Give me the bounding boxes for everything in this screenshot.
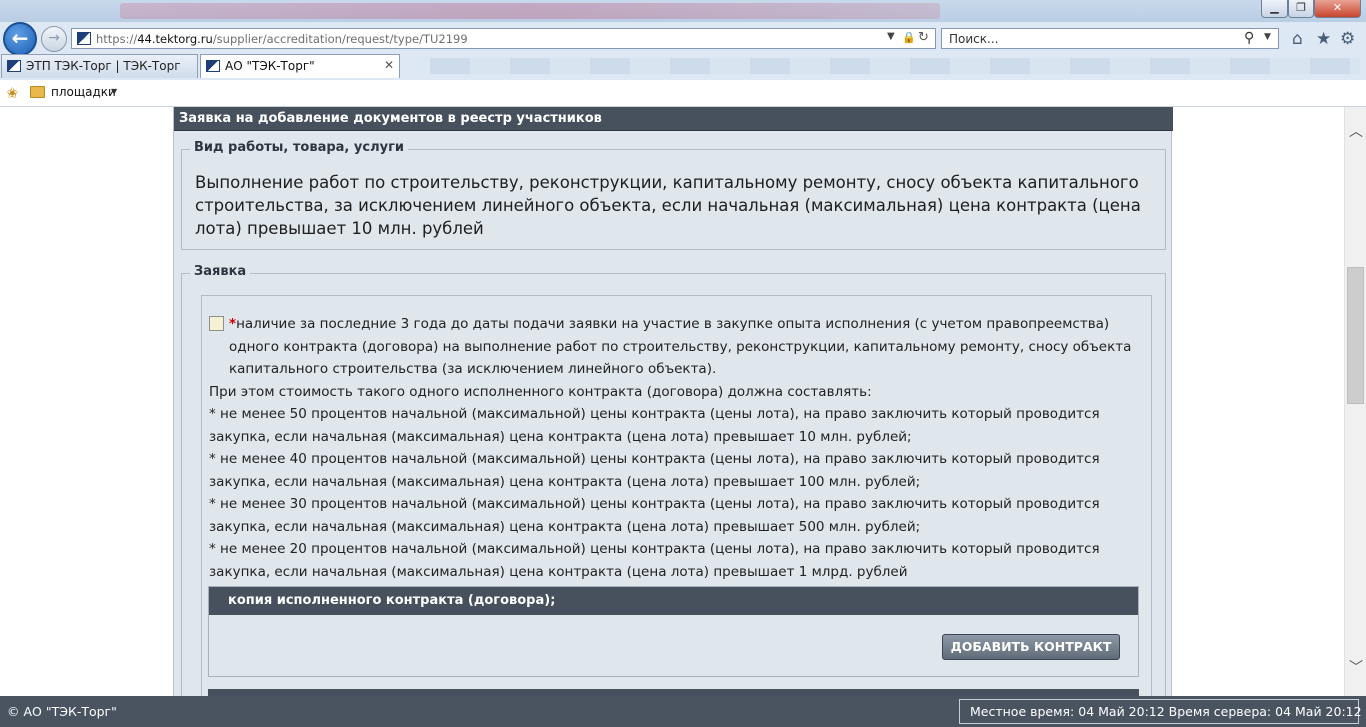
arrow-left-icon: ←	[11, 26, 29, 50]
url-path: /supplier/accreditation/request/type/TU2…	[212, 32, 468, 46]
page-footer: © АО "ТЭК-Торг" Местное время: 04 Май 20…	[0, 696, 1366, 727]
work-type-text: Выполнение работ по строительству, рекон…	[195, 173, 1141, 238]
time-status: Местное время: 04 Май 20:12 Время сервер…	[959, 699, 1362, 724]
favorites-folder-label[interactable]: площадки	[51, 85, 116, 99]
footer-copyright: © АО "ТЭК-Торг"	[7, 704, 117, 719]
back-button[interactable]: ←	[3, 22, 37, 56]
work-type-fieldset: Вид работы, товара, услуги Выполнение ра…	[181, 140, 1166, 250]
maximize-button[interactable]: ❐	[1288, 0, 1314, 18]
gear-icon[interactable]: ⚙	[1340, 29, 1355, 49]
requirement-text: *наличие за последние 3 года до даты под…	[209, 313, 1149, 583]
condition-item: * не менее 40 процентов начальной (макси…	[209, 451, 1100, 490]
scroll-down-icon[interactable]: ﹀	[1349, 657, 1363, 677]
url-scheme: https://	[96, 32, 138, 46]
next-section-header	[208, 689, 1139, 696]
search-icon[interactable]: ⚲	[1244, 30, 1254, 46]
condition-item: * не менее 20 процентов начальной (макси…	[209, 541, 1100, 580]
add-contract-button[interactable]: ДОБАВИТЬ КОНТРАКТ	[942, 634, 1120, 660]
form-header: Заявка на добавление документов в реестр…	[174, 107, 1173, 131]
favorites-bar: ✬ площадки ▼	[0, 80, 1366, 107]
arrow-right-icon: →	[48, 30, 60, 46]
search-dropdown-icon[interactable]: ▼	[1264, 32, 1271, 42]
site-favicon-icon	[7, 60, 21, 72]
url-host: 44.tektorg.ru	[137, 32, 213, 46]
chevron-down-icon[interactable]: ▼	[111, 87, 117, 96]
forward-button[interactable]: →	[41, 26, 67, 52]
site-favicon-icon	[206, 60, 220, 72]
requirement-first-line: *наличие за последние 3 года до даты под…	[209, 313, 1149, 381]
condition-item: * не менее 50 процентов начальной (макси…	[209, 406, 1100, 445]
tab-etp-tektorg[interactable]: ЭТП ТЭК-Торг | ТЭК-Торг	[1, 54, 198, 78]
contract-copy-section: копия исполненного контракта (договора);…	[208, 586, 1139, 677]
tab-label: ЭТП ТЭК-Торг | ТЭК-Торг	[26, 59, 181, 73]
vertical-scrollbar[interactable]: ︿ ﹀	[1344, 107, 1366, 696]
minimize-button[interactable]: ▁	[1261, 0, 1288, 18]
toolbar-blur	[430, 58, 1360, 74]
add-favorite-star-icon[interactable]: ✬	[6, 84, 19, 102]
application-legend: Заявка	[190, 264, 251, 279]
close-button[interactable]: ✕	[1314, 0, 1361, 18]
site-favicon-icon	[77, 32, 91, 45]
browser-chrome: ▁ ❐ ✕ ← → https://44.tektorg.ru/supplier…	[0, 0, 1366, 107]
close-tab-icon[interactable]: ✕	[384, 58, 394, 72]
window-titlebar: ▁ ❐ ✕	[0, 0, 1366, 22]
search-placeholder: Поиск...	[949, 32, 999, 46]
address-url[interactable]: https://44.tektorg.ru/supplier/accredita…	[96, 32, 468, 46]
window-title-blur	[120, 3, 940, 19]
required-mark: *	[229, 316, 237, 332]
condition-item: * не менее 30 процентов начальной (макси…	[209, 496, 1100, 535]
tab-ao-tektorg[interactable]: АО "ТЭК-Торг" ✕	[200, 54, 400, 78]
folder-icon[interactable]	[30, 86, 45, 98]
address-dropdown-icon[interactable]: ▼	[887, 31, 895, 42]
work-type-legend: Вид работы, товара, услуги	[190, 140, 408, 155]
star-icon[interactable]: ★	[1316, 29, 1331, 49]
tab-bar: ЭТП ТЭК-Торг | ТЭК-Торг АО "ТЭК-Торг" ✕	[0, 54, 1366, 78]
form-container: Заявка на добавление документов в реестр…	[173, 107, 1173, 696]
contract-copy-header: копия исполненного контракта (договора);	[209, 587, 1138, 615]
home-icon[interactable]: ⌂	[1292, 29, 1303, 49]
lock-icon[interactable]: 🔒	[902, 31, 916, 44]
scroll-up-icon[interactable]: ︿	[1349, 121, 1363, 141]
address-bar[interactable]: https://44.tektorg.ru/supplier/accredita…	[71, 28, 936, 49]
page-viewport: Заявка на добавление документов в реестр…	[0, 107, 1344, 696]
search-box[interactable]: Поиск... ⚲ ▼	[941, 28, 1279, 49]
cost-intro: При этом стоимость такого одного исполне…	[209, 383, 872, 400]
tab-label: АО "ТЭК-Торг"	[225, 59, 315, 73]
refresh-icon[interactable]: ↻	[918, 30, 929, 45]
scroll-thumb[interactable]	[1347, 267, 1364, 404]
requirement-description: наличие за последние 3 года до даты пода…	[229, 316, 1132, 377]
